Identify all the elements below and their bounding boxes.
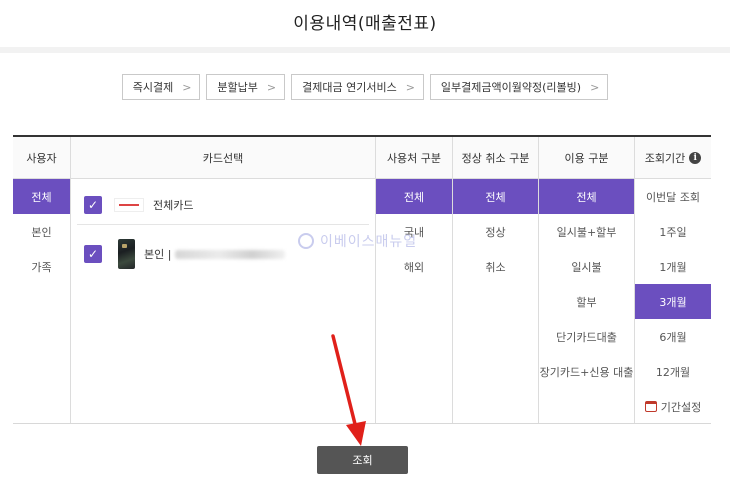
use-column-header: 이용 구분 [539, 137, 634, 179]
chevron-right-icon: > [266, 80, 277, 94]
user-column-header: 사용자 [13, 137, 70, 179]
user-option-family[interactable]: 가족 [13, 249, 70, 284]
user-column: 사용자 전체 본인 가족 [13, 137, 71, 423]
filter-panel: 사용자 전체 본인 가족 카드선택 ✓ 전체카드 ✓ 본인 | 사용처 구분 전… [13, 135, 711, 424]
period-option-6-months[interactable]: 6개월 [635, 319, 711, 354]
period-option-this-month[interactable]: 이번달 조회 [635, 179, 711, 214]
calendar-icon [644, 401, 657, 412]
quick-link-label: 즉시결제 [132, 81, 174, 94]
quick-link-label: 결제대금 연기서비스 [302, 81, 397, 94]
quick-link-label: 분할납부 [217, 81, 258, 94]
status-option-cancel[interactable]: 취소 [453, 249, 538, 284]
use-option-lumpsum-installment[interactable]: 일시불+할부 [539, 214, 634, 249]
period-option-1-week[interactable]: 1주일 [635, 214, 711, 249]
use-option-long-term-loan[interactable]: 장기카드+신용 대출 [539, 354, 634, 389]
quick-links: 즉시결제 > 분할납부 > 결제대금 연기서비스 > 일부결제금액이월약정(리볼… [0, 74, 730, 100]
quick-link-label: 일부결제금액이월약정(리볼빙) [440, 81, 582, 94]
use-column: 이용 구분 전체 일시불+할부 일시불 할부 단기카드대출 장기카드+신용 대출 [539, 137, 635, 423]
quick-link-revolving[interactable]: 일부결제금액이월약정(리볼빙) > [429, 74, 609, 100]
place-column-header: 사용처 구분 [376, 137, 452, 179]
card-column-header: 카드선택 [71, 137, 375, 179]
period-column-header-label: 조회기간 [644, 151, 686, 165]
user-option-self[interactable]: 본인 [13, 214, 70, 249]
page-title: 이용내역(매출전표) [293, 14, 437, 34]
status-column: 정상 취소 구분 전체 정상 취소 [453, 137, 539, 423]
checkbox-checked-icon[interactable]: ✓ [84, 245, 102, 263]
period-option-3-months[interactable]: 3개월 [635, 284, 711, 319]
chevron-right-icon: > [405, 80, 415, 94]
search-button[interactable]: 조회 [317, 446, 408, 474]
card-column: 카드선택 ✓ 전체카드 ✓ 본인 | [71, 137, 376, 423]
period-column-header: 조회기간 i [635, 137, 711, 179]
checkbox-checked-icon[interactable]: ✓ [84, 195, 102, 214]
period-option-1-month[interactable]: 1개월 [635, 249, 711, 284]
place-option-overseas[interactable]: 해외 [376, 249, 452, 284]
card-item-all[interactable]: ✓ 전체카드 [77, 185, 369, 225]
quick-link-installment[interactable]: 분할납부 > [206, 74, 286, 100]
use-option-short-term-loan[interactable]: 단기카드대출 [539, 319, 634, 354]
card-brand-logo [114, 197, 144, 212]
credit-card-image [118, 239, 135, 269]
user-option-all[interactable]: 전체 [13, 179, 70, 214]
place-option-all[interactable]: 전체 [376, 179, 452, 214]
quick-link-deferral[interactable]: 결제대금 연기서비스 > [291, 74, 424, 100]
use-option-installment[interactable]: 할부 [539, 284, 634, 319]
info-icon[interactable]: i [689, 151, 702, 164]
use-option-lumpsum[interactable]: 일시불 [539, 249, 634, 284]
quick-link-instant-pay[interactable]: 즉시결제 > [121, 74, 201, 100]
card-item-label: 본인 | [144, 248, 172, 261]
masked-card-number [175, 249, 286, 259]
use-option-all[interactable]: 전체 [539, 179, 634, 214]
card-item-label: 전체카드 [153, 198, 194, 212]
period-option-12-months[interactable]: 12개월 [635, 354, 711, 389]
chevron-right-icon: > [590, 80, 600, 94]
place-column: 사용처 구분 전체 국내 해외 [376, 137, 453, 423]
status-option-all[interactable]: 전체 [453, 179, 538, 214]
place-option-domestic[interactable]: 국내 [376, 214, 452, 249]
card-item-personal[interactable]: ✓ 본인 | [71, 225, 375, 283]
chevron-right-icon: > [182, 80, 192, 94]
period-custom-button[interactable]: 기간설정 [635, 389, 711, 424]
title-divider [0, 47, 730, 53]
status-option-normal[interactable]: 정상 [453, 214, 538, 249]
period-column: 조회기간 i 이번달 조회 1주일 1개월 3개월 6개월 12개월 기간설정 [635, 137, 711, 423]
period-custom-label: 기간설정 [660, 400, 702, 414]
status-column-header: 정상 취소 구분 [453, 137, 538, 179]
